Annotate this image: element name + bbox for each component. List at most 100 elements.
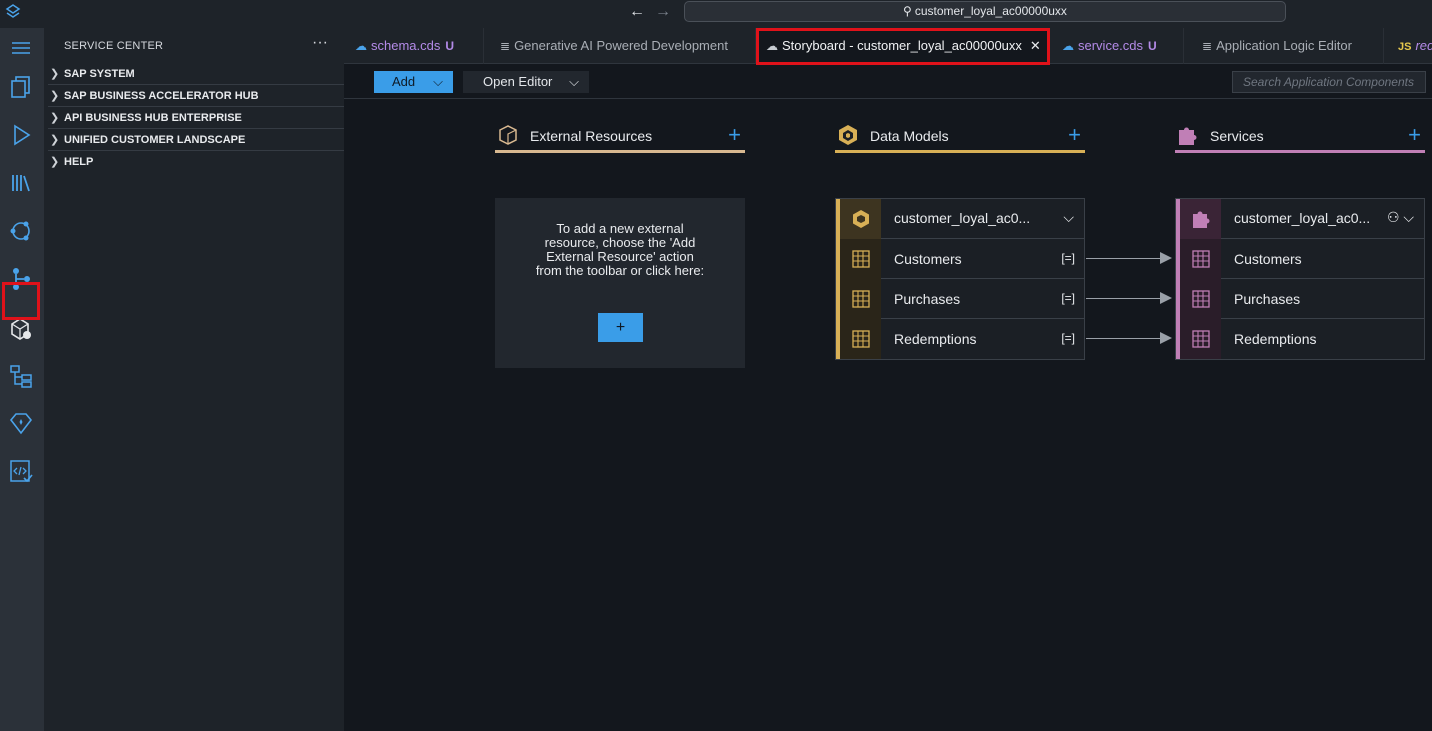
storyboard-toolbar: Add ⌵ Open Editor ⌵ Search Application Com… (344, 65, 1432, 99)
tab-label: red (1415, 38, 1432, 53)
back-arrow-icon[interactable]: ← (629, 3, 645, 21)
forward-arrow-icon[interactable]: → (655, 3, 671, 21)
entity-details-icon[interactable]: [=] (1061, 251, 1075, 265)
activity-bar (0, 28, 44, 731)
tab-application-logic-editor[interactable]: ≣ Application Logic Editor (1184, 28, 1384, 64)
sidebar-item-label: HELP (64, 156, 94, 168)
gem-icon[interactable] (7, 409, 35, 437)
add-external-resource-icon[interactable]: + (728, 122, 741, 148)
data-model-icon (840, 199, 881, 239)
empty-state-text: To add a new external resource, choose t… (535, 221, 705, 278)
service-card-header[interactable]: customer_loyal_ac0... ⚇ ⌵ (1176, 199, 1424, 239)
open-editor-label: Open Editor (483, 74, 553, 89)
data-model-card: customer_loyal_ac0... ⌵ Customers [=] Pu… (835, 198, 1085, 360)
entity-row-redemptions[interactable]: Redemptions [=] (836, 319, 1084, 359)
active-tab-highlight-box (756, 28, 1050, 65)
data-model-card-header[interactable]: customer_loyal_ac0... ⌵ (836, 199, 1084, 239)
sidebar-item-label: API BUSINESS HUB ENTERPRISE (64, 112, 242, 124)
service-puzzle-icon (1179, 127, 1197, 145)
table-icon (840, 239, 881, 279)
entity-label: Purchases (1234, 291, 1301, 307)
tab-service-cds[interactable]: ☁ service.cds U (1050, 28, 1184, 64)
chevron-down-icon: ⌵ (569, 74, 579, 89)
tab-label: service.cds (1078, 38, 1144, 53)
storyboard-highlight-box (2, 282, 40, 320)
title-bar: ← → ⚲ customer_loyal_ac00000uxx (0, 0, 1432, 28)
cds-file-icon: ☁ (1062, 39, 1074, 53)
search-application-components-input[interactable]: Search Application Components (1232, 71, 1426, 93)
column-title: External Resources (530, 128, 653, 144)
tab-js-file[interactable]: JSred (1384, 28, 1432, 64)
sidebar-item-help[interactable]: ❯ HELP (48, 151, 344, 173)
column-underline (495, 150, 745, 153)
tab-generative-ai[interactable]: ≣ Generative AI Powered Development (484, 28, 756, 64)
add-external-resource-button[interactable]: + (598, 313, 643, 342)
library-icon[interactable] (7, 169, 35, 197)
entity-details-icon[interactable]: [=] (1061, 291, 1075, 305)
external-resource-icon (499, 125, 517, 145)
user-and-chevron-icon[interactable]: ⚇ ⌵ (1387, 209, 1414, 226)
cloud-icon[interactable] (7, 217, 35, 245)
relation-arrow (1086, 298, 1162, 299)
entity-label: Redemptions (894, 331, 977, 347)
add-button[interactable]: Add ⌵ (374, 71, 453, 93)
table-icon (1180, 239, 1221, 279)
table-icon (840, 319, 881, 359)
command-center-text: customer_loyal_ac00000uxx (914, 4, 1067, 18)
service-entity-row-customers[interactable]: Customers (1176, 239, 1424, 279)
service-center-sidebar: SERVICE CENTER ··· ❯ SAP SYSTEM ❯ SAP BUSI… (44, 28, 344, 731)
services-header: Services + (1175, 120, 1425, 153)
command-center-search[interactable]: ⚲ customer_loyal_ac00000uxx (684, 1, 1286, 22)
entity-label: Customers (1234, 251, 1302, 267)
cds-file-icon: ☁ (355, 39, 367, 53)
table-icon (1180, 279, 1221, 319)
chevron-right-icon: ❯ (50, 68, 60, 80)
service-entity-row-purchases[interactable]: Purchases (1176, 279, 1424, 319)
sidebar-item-label: SAP BUSINESS ACCELERATOR HUB (64, 90, 259, 102)
chevron-down-icon[interactable]: ⌵ (1063, 209, 1074, 226)
open-editor-button[interactable]: Open Editor ⌵ (463, 71, 589, 93)
chevron-right-icon: ❯ (50, 90, 60, 102)
menu-icon[interactable] (7, 34, 35, 62)
search-icon: ⚲ (903, 4, 912, 18)
entity-label: Customers (894, 251, 962, 267)
external-resources-empty-panel: To add a new external resource, choose t… (495, 198, 745, 368)
add-button-label: Add (392, 74, 416, 89)
tab-label: Generative AI Powered Development (514, 38, 728, 53)
arrowhead-icon (1160, 252, 1172, 264)
sidebar-item-label: UNIFIED CUSTOMER LANDSCAPE (64, 134, 246, 146)
sidebar-item-label: SAP SYSTEM (64, 68, 135, 80)
sidebar-item-api-business-hub-enterprise[interactable]: ❯ API BUSINESS HUB ENTERPRISE (48, 107, 344, 129)
untracked-badge: U (445, 39, 455, 53)
chevron-right-icon: ❯ (50, 134, 60, 146)
external-resources-header: External Resources + (495, 120, 745, 153)
service-puzzle-icon (1180, 199, 1221, 239)
sidebar-title: SERVICE CENTER (64, 40, 164, 52)
entity-row-customers[interactable]: Customers [=] (836, 239, 1084, 279)
card-title: customer_loyal_ac0... (894, 210, 1031, 226)
entity-details-icon[interactable]: [=] (1061, 331, 1075, 345)
chevron-right-icon: ❯ (50, 156, 60, 168)
table-icon (1180, 319, 1221, 359)
document-icon: ≣ (500, 39, 511, 53)
relation-arrow (1086, 258, 1162, 259)
explorer-icon[interactable] (7, 73, 35, 101)
tab-schema-cds[interactable]: ☁ schema.cds U (344, 28, 484, 64)
tree-icon[interactable] (7, 362, 35, 390)
arrowhead-icon (1160, 292, 1172, 304)
add-service-icon[interactable]: + (1408, 122, 1421, 148)
entity-row-purchases[interactable]: Purchases [=] (836, 279, 1084, 319)
sidebar-item-sap-system[interactable]: ❯ SAP SYSTEM (48, 63, 344, 85)
code-check-icon[interactable] (7, 457, 35, 485)
more-actions-icon[interactable]: ··· (312, 34, 328, 52)
arrowhead-icon (1160, 332, 1172, 344)
run-icon[interactable] (7, 121, 35, 149)
column-underline (1175, 150, 1425, 153)
add-data-model-icon[interactable]: + (1068, 122, 1081, 148)
js-file-icon: JS (1398, 41, 1412, 53)
sidebar-item-sap-business-accelerator-hub[interactable]: ❯ SAP BUSINESS ACCELERATOR HUB (48, 85, 344, 107)
service-card: customer_loyal_ac0... ⚇ ⌵ Customers Purc… (1175, 198, 1425, 360)
service-entity-row-redemptions[interactable]: Redemptions (1176, 319, 1424, 359)
sidebar-item-unified-customer-landscape[interactable]: ❯ UNIFIED CUSTOMER LANDSCAPE (48, 129, 344, 151)
card-title: customer_loyal_ac0... (1234, 210, 1371, 226)
